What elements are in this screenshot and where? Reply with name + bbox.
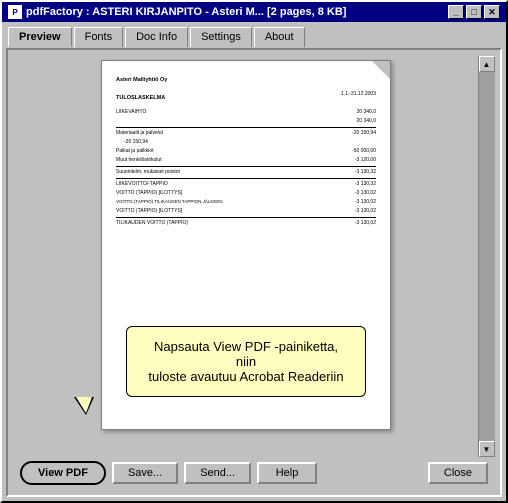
send-button[interactable]: Send... [184,462,251,484]
tab-about[interactable]: About [254,27,305,47]
row2-label: Palkat ja palkkiot [116,148,154,155]
save-button[interactable]: Save... [112,462,178,484]
help-button[interactable]: Help [257,462,317,484]
tab-fonts[interactable]: Fonts [74,27,124,47]
row6-val2: -3 130,02 [355,190,376,197]
liikevaihto-val1: 20 340,0 [357,109,376,116]
bottom-bar: View PDF Save... Send... Help Close [14,457,494,489]
close-button[interactable]: ✕ [484,5,500,19]
row9-label: TILIKAUDEN VOITTO (TAPPIO) [116,220,188,227]
maximize-button[interactable]: □ [466,5,482,19]
row4-label: Suunnitelm. mukaiset poistot [116,169,180,176]
scroll-down-button[interactable]: ▼ [479,441,495,457]
tab-docinfo[interactable]: Doc Info [125,27,188,47]
row8-label: VOITTO (TAPPIO) [ILOTTYS] [116,208,182,215]
scroll-track[interactable] [479,72,495,441]
row8-val2: -3 130,02 [355,208,376,215]
row3-val: -3 120,00 [355,157,376,164]
report-type: TULOSLASKELMA [116,95,165,103]
title-bar: P pdfFactory : ASTERI KIRJANPITO - Aster… [2,2,506,22]
liikevaihto-label: LIIKEVAIHTO [116,109,146,116]
preview-container: Asteri Malliyhtiö Oy TULOSLASKELMA 1.1.-… [14,56,494,457]
liikevaihto-val2: 20 340,0 [357,118,376,125]
row7-val2: -3 130,02 [355,199,376,206]
row2-val: -50 000,00 [352,148,376,155]
row7-label: VOITTO (TAPPIO) TILIKAUDEN TAPPION JÄLKE… [116,199,223,206]
report-date: 1.1.-31.12.2003 [341,91,376,105]
page-content: Asteri Malliyhtiö Oy TULOSLASKELMA 1.1.-… [102,61,390,239]
row0-val: -20 150,94 [352,130,376,137]
tab-bar: Preview Fonts Doc Info Settings About [2,22,506,46]
tooltip-tail-inner [76,397,92,413]
row6-label: VOITTO (TAPPIO) [ILOTTYS] [116,190,182,197]
row5-label: LIIKEVOITTO/-TAPPIO [116,181,168,188]
row4-val2: -3 130,32 [355,169,376,176]
scrollable-area: Asteri Malliyhtiö Oy TULOSLASKELMA 1.1.-… [14,56,478,457]
row0-val2: -20 150,94 [124,139,148,146]
tab-preview[interactable]: Preview [8,27,72,47]
main-window: P pdfFactory : ASTERI KIRJANPITO - Aster… [0,0,508,503]
row9-val2: -3 130,02 [355,220,376,227]
minimize-button[interactable]: _ [448,5,464,19]
scrollbar-vertical: ▲ ▼ [478,56,494,457]
content-area: Asteri Malliyhtiö Oy TULOSLASKELMA 1.1.-… [6,48,502,497]
row0-label: Materiaalit ja palvelut [116,130,163,137]
row3-label: Muut henkilöstökulut [116,157,162,164]
view-pdf-button[interactable]: View PDF [20,461,106,485]
title-bar-left: P pdfFactory : ASTERI KIRJANPITO - Aster… [8,5,346,19]
tooltip-bubble: Napsauta View PDF -painiketta, niin tulo… [126,326,366,397]
app-icon: P [8,5,22,19]
tooltip-line1: Napsauta View PDF -painiketta, niin [154,339,338,369]
scroll-up-button[interactable]: ▲ [479,56,495,72]
window-title: pdfFactory : ASTERI KIRJANPITO - Asteri … [26,6,346,18]
tooltip-line2: tuloste avautuu Acrobat Readeriin [148,369,343,384]
tab-settings[interactable]: Settings [190,27,252,47]
close-button[interactable]: Close [428,462,488,484]
row5-val2: -3 130,32 [355,181,376,188]
company-name: Asteri Malliyhtiö Oy [116,77,167,85]
title-controls: _ □ ✕ [448,5,500,19]
